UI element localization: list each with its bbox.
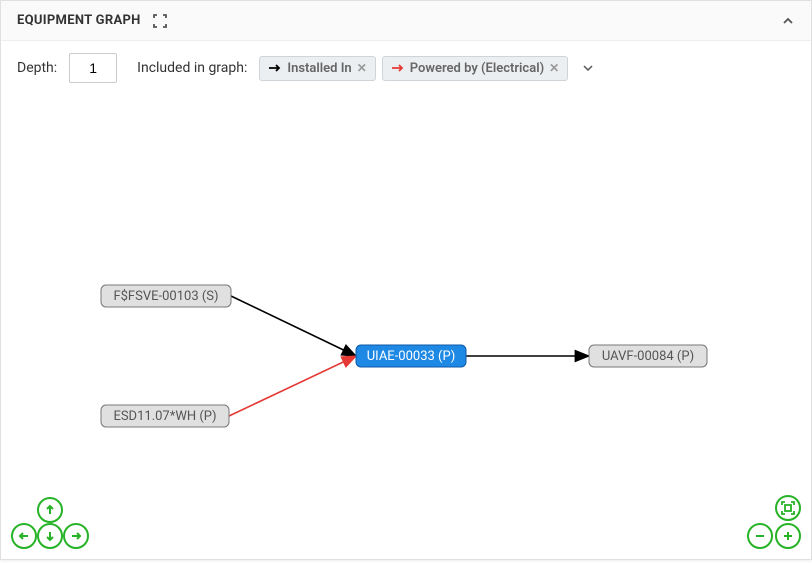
graph-node[interactable]: UAVF-00084 (P): [589, 345, 707, 367]
node-label: ESD11.07*WH (P): [113, 409, 216, 424]
zoom-in-button[interactable]: [775, 523, 801, 549]
zoom-controls: [747, 495, 801, 549]
node-label: F$FSVE-00103 (S): [113, 289, 218, 304]
node-label: UIAE-00033 (P): [367, 349, 455, 364]
included-tags: Installed In ✕ Powered by (Electrical) ✕: [259, 55, 602, 81]
graph-canvas[interactable]: F$FSVE-00103 (S) ESD11.07*WH (P) UIAE-0003…: [1, 95, 811, 559]
equipment-graph-panel: EQUIPMENT GRAPH Depth: Included in graph…: [0, 0, 812, 560]
arrow-icon: [268, 63, 282, 73]
zoom-out-button[interactable]: [747, 523, 773, 549]
pan-down-button[interactable]: [37, 523, 63, 549]
close-icon[interactable]: ✕: [357, 61, 367, 75]
tag-installed-in[interactable]: Installed In ✕: [259, 56, 375, 81]
graph-toolbar: Depth: Included in graph: Installed In ✕…: [1, 41, 811, 95]
pan-right-button[interactable]: [63, 523, 89, 549]
collapse-icon[interactable]: [781, 14, 795, 28]
panel-header: EQUIPMENT GRAPH: [1, 1, 811, 41]
fullscreen-icon[interactable]: [153, 14, 167, 28]
panel-title: EQUIPMENT GRAPH: [17, 13, 141, 28]
depth-label: Depth:: [17, 60, 57, 76]
close-icon[interactable]: ✕: [549, 61, 559, 75]
add-filter-dropdown[interactable]: [574, 55, 602, 81]
graph-svg: F$FSVE-00103 (S) ESD11.07*WH (P) UIAE-0003…: [1, 95, 811, 559]
fit-button[interactable]: [775, 495, 801, 521]
tag-powered-by[interactable]: Powered by (Electrical) ✕: [382, 56, 568, 81]
depth-input[interactable]: [69, 53, 117, 83]
tag-label: Installed In: [287, 61, 351, 76]
graph-node[interactable]: UIAE-00033 (P): [356, 345, 466, 367]
tag-label: Powered by (Electrical): [410, 61, 544, 76]
node-label: UAVF-00084 (P): [602, 349, 694, 364]
arrow-icon: [391, 63, 405, 73]
graph-node[interactable]: F$FSVE-00103 (S): [101, 285, 231, 307]
pan-controls: [11, 497, 89, 549]
graph-node[interactable]: ESD11.07*WH (P): [101, 405, 229, 427]
included-label: Included in graph:: [137, 60, 247, 76]
pan-up-button[interactable]: [37, 497, 63, 523]
pan-left-button[interactable]: [11, 523, 37, 549]
